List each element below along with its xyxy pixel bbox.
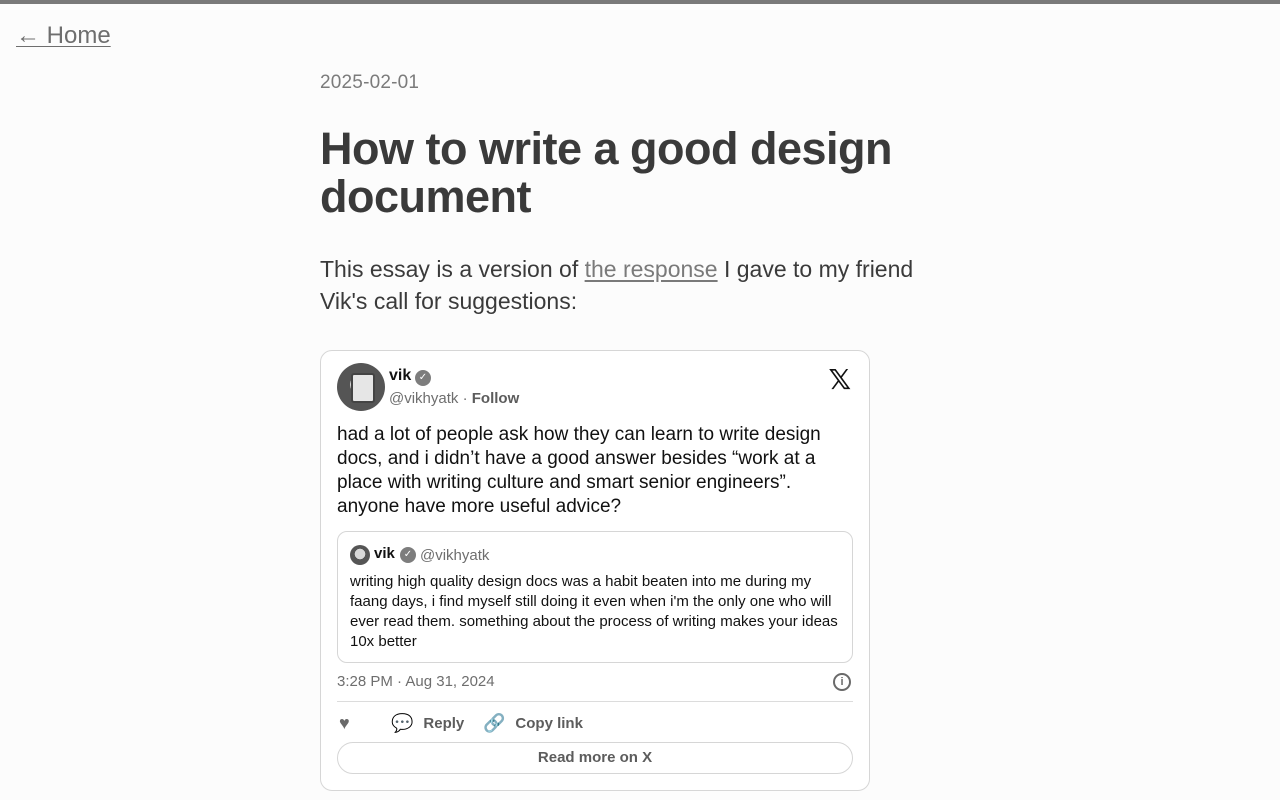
tweet-text: had a lot of people ask how they can lea… — [337, 424, 821, 517]
quoted-tweet-text: writing high quality design docs was a h… — [350, 573, 838, 650]
home-link[interactable]: ← Home — [16, 22, 111, 50]
intro-text-before: This essay is a version of — [320, 256, 585, 282]
info-icon[interactable]: i — [833, 673, 851, 691]
verified-badge-icon: ✓ — [400, 547, 416, 563]
like-button[interactable]: ♥ — [339, 713, 360, 734]
speech-bubble-icon: 💬 — [391, 713, 414, 733]
avatar[interactable] — [337, 363, 385, 411]
heart-icon: ♥ — [339, 713, 350, 733]
divider — [337, 701, 853, 702]
quoted-avatar — [350, 545, 370, 565]
post-intro: This essay is a version of the response … — [320, 253, 920, 317]
reply-label: Reply — [423, 715, 465, 732]
embedded-tweet: vik ✓ @vikhyatk · Follow 𝕏 had a lot of … — [320, 350, 870, 791]
reply-button[interactable]: 💬 Reply — [391, 713, 464, 734]
read-more-on-x-button[interactable]: Read more on X — [337, 742, 853, 774]
article: 2025-02-01 How to write a good design do… — [320, 72, 940, 317]
post-date: 2025-02-01 — [320, 72, 420, 93]
link-icon: 🔗 — [483, 713, 506, 733]
quoted-author-handle: @vikhyatk — [420, 547, 490, 564]
post-title: How to write a good design document — [320, 123, 893, 222]
tweet-author-name[interactable]: vik — [389, 367, 411, 385]
follow-button[interactable]: Follow — [472, 390, 520, 407]
quoted-tweet[interactable]: vik ✓ @vikhyatk writing high quality des… — [337, 531, 853, 663]
handle-separator: · — [458, 390, 472, 407]
quoted-author-name: vik — [374, 545, 395, 562]
top-progress-bar — [0, 0, 1280, 4]
tweet-handle-row: @vikhyatk · Follow — [389, 390, 519, 407]
tweet-timestamp[interactable]: 3:28 PM · Aug 31, 2024 — [337, 673, 495, 690]
verified-badge-icon: ✓ — [415, 370, 431, 386]
x-logo-icon[interactable]: 𝕏 — [828, 363, 851, 396]
copy-link-button[interactable]: 🔗 Copy link — [483, 713, 583, 734]
tweet-actions: ♥ 💬 Reply 🔗 Copy link — [337, 713, 853, 737]
tweet-header: vik ✓ @vikhyatk · Follow 𝕏 — [337, 363, 853, 411]
tweet-author-handle[interactable]: @vikhyatk — [389, 390, 458, 407]
copy-link-label: Copy link — [515, 715, 583, 732]
the-response-link[interactable]: the response — [585, 256, 718, 282]
